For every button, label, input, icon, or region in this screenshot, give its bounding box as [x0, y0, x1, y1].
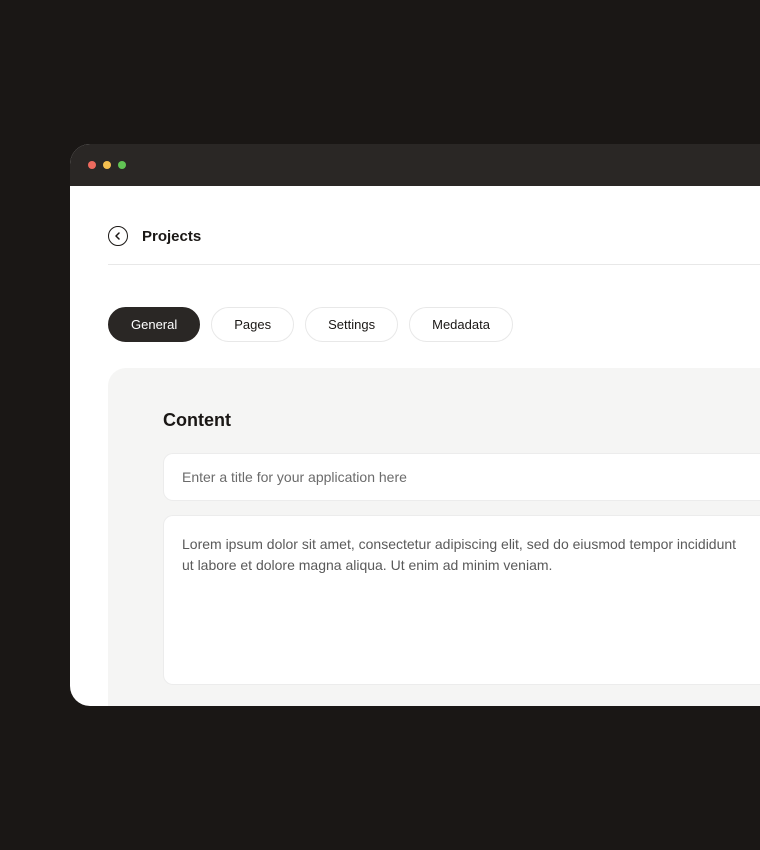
- content-panel: Content Enter a title for your applicati…: [108, 368, 760, 706]
- tab-general[interactable]: General: [108, 307, 200, 342]
- page-title: Projects: [142, 228, 201, 245]
- header-row: Projects: [108, 226, 760, 265]
- maximize-icon[interactable]: [118, 161, 126, 169]
- content-area: Projects General Pages Settings Medadata…: [70, 186, 760, 706]
- tab-pages[interactable]: Pages: [211, 307, 294, 342]
- tab-metadata[interactable]: Medadata: [409, 307, 513, 342]
- title-input[interactable]: Enter a title for your application here: [163, 453, 760, 501]
- close-icon[interactable]: [88, 161, 96, 169]
- description-input[interactable]: Lorem ipsum dolor sit amet, consectetur …: [163, 515, 760, 685]
- app-window: Projects General Pages Settings Medadata…: [70, 144, 760, 706]
- back-button[interactable]: [108, 226, 128, 246]
- minimize-icon[interactable]: [103, 161, 111, 169]
- tabs: General Pages Settings Medadata: [108, 307, 760, 342]
- titlebar: [70, 144, 760, 186]
- chevron-left-icon: [114, 232, 122, 240]
- panel-title: Content: [163, 410, 760, 431]
- tab-settings[interactable]: Settings: [305, 307, 398, 342]
